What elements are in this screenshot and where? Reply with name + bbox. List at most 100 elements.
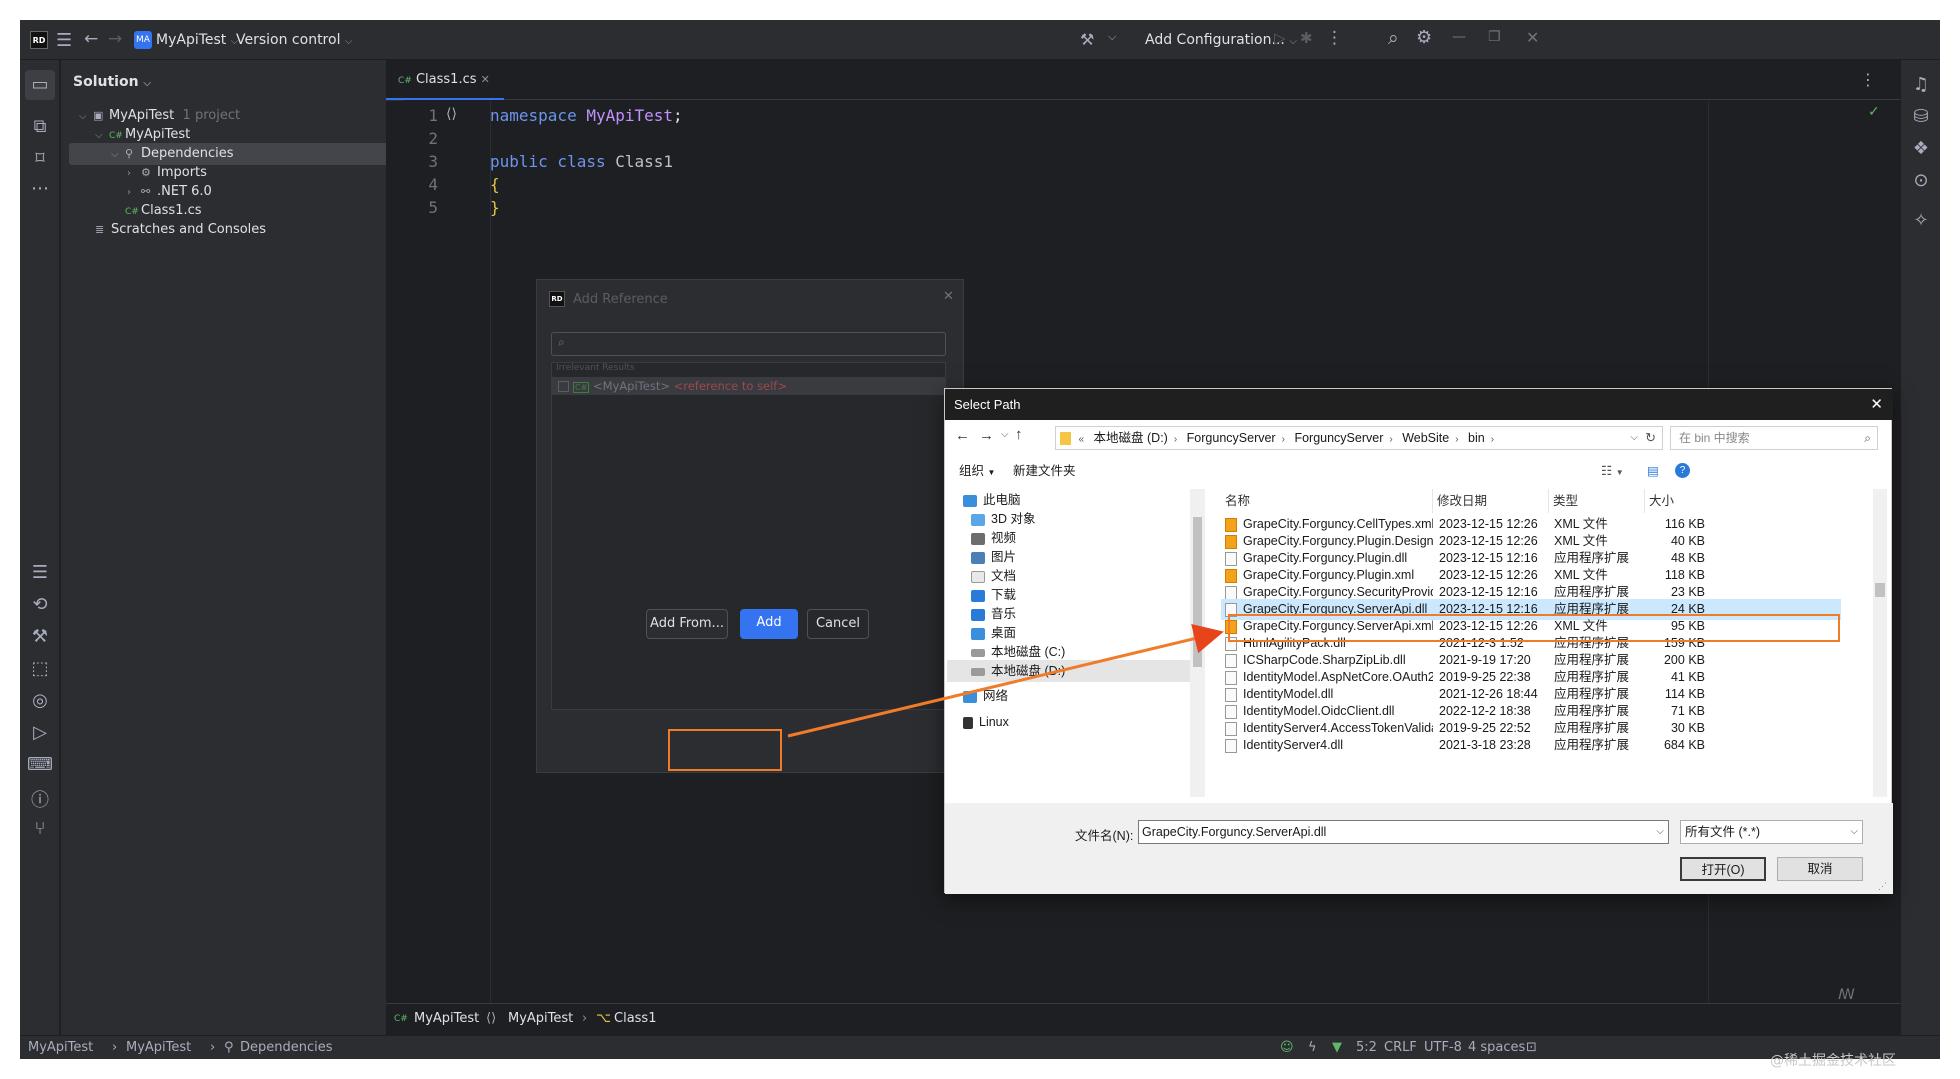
back-arrow-icon[interactable]: ← [955,427,970,444]
filetype-select[interactable]: 所有文件 (*.*) ⌵ [1680,820,1863,844]
status-breadcrumb-item[interactable]: MyApiTest [126,1036,191,1059]
status-breadcrumb-item[interactable]: MyApiTest [28,1036,93,1059]
project-switcher[interactable]: MyApiTest ⌵ [156,20,238,60]
vcs-down-icon[interactable]: ▼ [1332,1036,1342,1059]
ai-assistant-icon[interactable]: ✧ [1901,210,1940,231]
tree-item-dependencies[interactable]: ⌵ ⚲ Dependencies [69,143,397,165]
code-fold-icon[interactable]: ⟨⟩ [446,106,457,122]
restore-icon[interactable]: ❐ [1488,29,1501,45]
git-icon[interactable]: ⑂ [20,818,60,839]
folder-search-input[interactable]: 在 bin 中搜索 ⌕ [1670,426,1878,450]
close-icon[interactable]: ✕ [1870,389,1883,420]
organize-menu[interactable]: 组织 ▼ [959,457,995,487]
breadcrumb-item[interactable]: ForguncyServer [1187,427,1276,449]
bookmark-icon[interactable]: ⌑ [20,148,60,169]
add-from-button[interactable]: Add From... [646,609,728,639]
scrollbar-thumb[interactable] [1875,583,1885,597]
preview-pane-icon[interactable]: ▤ [1647,457,1659,485]
column-header-date[interactable]: 修改日期 [1433,489,1549,513]
folder-icon[interactable]: ▭ [25,70,55,100]
caret-position[interactable]: 5:2 [1356,1036,1377,1059]
cancel-button[interactable]: 取消 [1777,857,1863,881]
build-icon[interactable]: ⚒ [20,626,60,647]
nav-item-drive-d[interactable]: 本地磁盘 (D:) [947,660,1205,682]
nav-item-network[interactable]: 网络 [963,685,1008,707]
debug-icon[interactable]: ✱ [1300,29,1313,47]
chevron-down-icon[interactable]: ⌵ [1630,427,1638,449]
close-tab-icon[interactable]: ✕ [481,73,490,86]
navbar-item[interactable]: MyApiTest [508,1004,573,1034]
open-button[interactable]: 打开(O) [1680,857,1766,881]
more-vertical-icon[interactable]: ⋮ [1326,28,1343,48]
main-menu-icon[interactable]: ☰ [56,30,72,51]
dotpeek-icon[interactable]: ⊙ [1901,170,1940,191]
unit-tests-icon[interactable]: ◎ [20,690,60,711]
breadcrumb-item[interactable]: WebSite [1402,427,1449,449]
view-options-icon[interactable]: ☷ ▼ [1601,457,1624,487]
tab-class1[interactable]: C# Class1.cs ✕ [386,60,504,100]
column-header-name[interactable]: 名称 [1221,489,1433,513]
lock-icon[interactable]: ⊡ [1526,1036,1537,1059]
vcs-menu[interactable]: Version control ⌵ [236,20,353,60]
plugin-icon[interactable]: ❖ [1901,138,1940,159]
breadcrumb-item[interactable]: ForguncyServer [1294,427,1383,449]
editor-tab-bar: C# Class1.cs ✕ ⋮ [386,60,1900,100]
reference-search-input[interactable]: ⌕ [551,332,946,356]
solution-header[interactable]: Solution ⌵ [73,74,151,90]
file-row[interactable]: IdentityServer4.dll 2021-3-18 23:28 应用程序扩展… [1221,735,1841,756]
line-separator[interactable]: CRLF [1384,1036,1417,1059]
todo-list-icon[interactable]: ☰ [20,562,60,583]
more-horizontal-icon[interactable]: ⋯ [20,178,60,199]
tree-item-scratches[interactable]: ≣ Scratches and Consoles [95,219,266,241]
checkbox[interactable] [558,381,569,392]
file-encoding[interactable]: UTF-8 [1424,1036,1462,1059]
navbar-item[interactable]: Class1 [614,1004,656,1034]
chevron-down-icon[interactable]: ⌵ [1001,429,1009,440]
inspection-ok-icon[interactable]: ☺ [1280,1036,1294,1059]
minimize-icon[interactable]: — [1452,29,1466,45]
new-folder-button[interactable]: 新建文件夹 [1013,457,1076,485]
list-item[interactable]: C# <MyApiTest> <reference to self> [552,377,945,395]
chevron-down-icon[interactable]: ⌵ [1108,30,1116,44]
database-icon[interactable]: ⛁ [1901,106,1940,127]
filename-input[interactable]: GrapeCity.Forguncy.ServerApi.dll ⌵ [1138,820,1669,844]
run-tool-icon[interactable]: ▷ [20,722,60,743]
notifications-bell-icon[interactable]: ♫ [1901,74,1940,95]
up-arrow-icon[interactable]: ↑ [1015,426,1023,443]
forward-arrow-icon[interactable]: → [979,427,994,444]
problems-icon[interactable]: ⓘ [20,786,60,812]
column-header-size[interactable]: 大小 [1645,489,1709,513]
refresh-icon[interactable]: ↻ [1645,427,1656,449]
file-list-scrollbar[interactable] [1873,489,1887,797]
status-breadcrumb-item[interactable]: Dependencies [240,1036,333,1059]
gear-icon[interactable]: ⚙ [1416,27,1432,48]
nav-item-linux[interactable]: Linux [963,711,1009,733]
structure-icon[interactable]: ⧉ [20,116,60,137]
help-icon[interactable]: ? [1675,463,1690,478]
indent-setting[interactable]: 4 spaces [1468,1036,1525,1059]
column-header-type[interactable]: 类型 [1549,489,1645,513]
breadcrumb-item[interactable]: bin [1468,427,1485,449]
no-problems-check-icon[interactable]: ✓ [1868,104,1880,120]
search-icon[interactable]: ⌕ [1388,27,1399,49]
terminal-icon[interactable]: ⌨ [20,754,60,775]
nav-scrollbar[interactable] [1190,489,1205,797]
power-save-icon[interactable]: ϟ [1308,1036,1317,1059]
file-name: ICSharpCode.SharpZipLib.dll [1243,653,1406,667]
run-icon[interactable]: ▷ [1274,29,1286,47]
breadcrumb-item[interactable]: 本地磁盘 (D:) [1094,427,1168,449]
add-button[interactable]: Add [740,609,798,639]
back-arrow-icon[interactable]: ← [84,29,98,49]
more-vertical-icon[interactable]: ⋮ [1860,70,1876,89]
cancel-button[interactable]: Cancel [807,609,869,639]
nuget-icon[interactable]: ⬚ [20,658,60,679]
forward-arrow-icon[interactable]: → [108,29,122,49]
services-icon[interactable]: ⟲ [20,594,60,615]
navbar-item[interactable]: MyApiTest [414,1004,479,1034]
scrollbar-thumb[interactable] [1193,517,1202,667]
address-bar[interactable]: « 本地磁盘 (D:) › ForguncyServer › ForguncySer… [1055,426,1663,450]
close-icon[interactable]: ✕ [943,289,954,304]
build-hammer-icon[interactable]: ⚒ [1080,30,1094,49]
close-window-icon[interactable]: ✕ [1526,28,1539,47]
resize-grip-icon[interactable]: ⋰ [1878,881,1887,892]
